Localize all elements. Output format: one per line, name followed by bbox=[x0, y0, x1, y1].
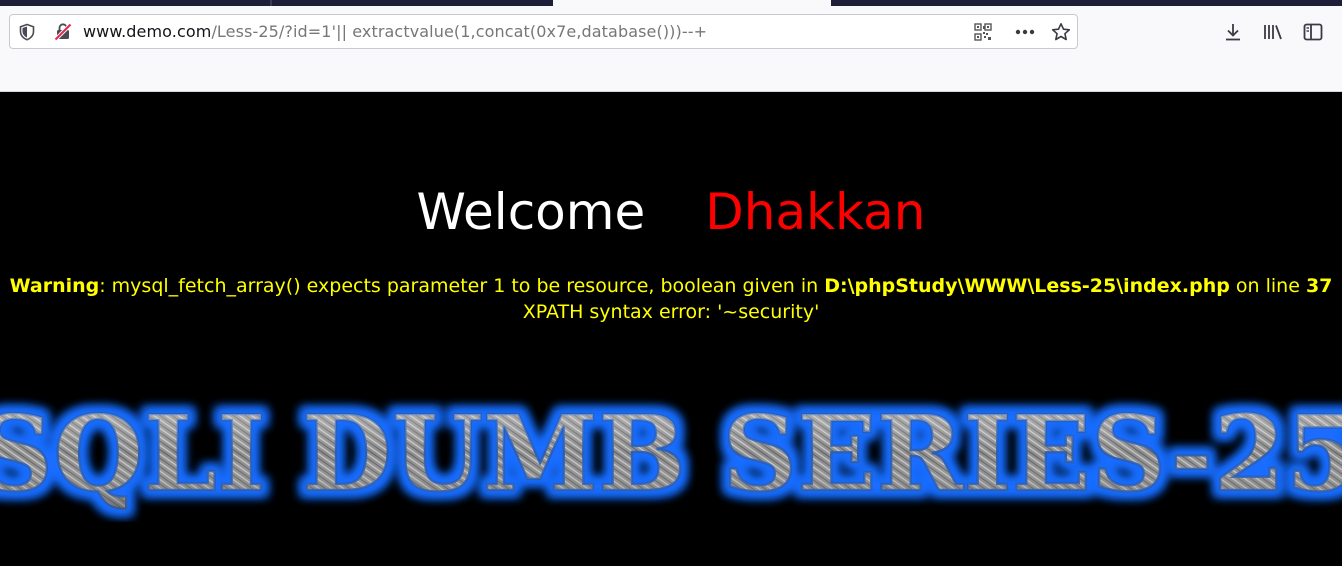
warning-label: Warning bbox=[9, 275, 100, 297]
banner-text-shine: SQLI DUMB SERIES-25 bbox=[0, 392, 1342, 515]
url-text[interactable]: www.demo.com/Less-25/?id=1'|| extractval… bbox=[83, 22, 707, 41]
download-icon[interactable] bbox=[1221, 20, 1245, 44]
user-name: Dhakkan bbox=[705, 183, 926, 241]
url-host: www.demo.com bbox=[83, 22, 212, 41]
shield-icon[interactable] bbox=[16, 21, 38, 43]
welcome-heading: Welcome Dhakkan bbox=[0, 182, 1342, 242]
star-icon[interactable] bbox=[1050, 21, 1072, 43]
qr-code-icon[interactable] bbox=[972, 21, 994, 43]
more-horizontal-icon[interactable] bbox=[1014, 21, 1036, 43]
insecure-lock-icon[interactable] bbox=[52, 21, 74, 43]
welcome-word: Welcome bbox=[416, 183, 646, 241]
sidebar-icon[interactable] bbox=[1301, 20, 1325, 44]
warning-line-text: on line bbox=[1229, 275, 1306, 297]
warning-line-number: 37 bbox=[1305, 275, 1333, 297]
series-banner-image: SQLI DUMB SERIES-25 SQLI DUMB SERIES-25 bbox=[0, 392, 1342, 516]
tab-separator bbox=[270, 0, 272, 6]
library-icon[interactable] bbox=[1261, 20, 1285, 44]
browser-toolbar: www.demo.com/Less-25/?id=1'|| extractval… bbox=[0, 0, 1342, 92]
active-tab[interactable] bbox=[553, 0, 831, 6]
xpath-error: XPATH syntax error: '~security' bbox=[522, 301, 820, 323]
address-bar[interactable]: www.demo.com/Less-25/?id=1'|| extractval… bbox=[9, 14, 1078, 49]
warning-message: : mysql_fetch_array() expects parameter … bbox=[99, 275, 825, 297]
url-path: /Less-25/?id=1'|| extractvalue(1,concat(… bbox=[211, 22, 708, 41]
tab-strip bbox=[0, 0, 1342, 6]
warning-file: D:\phpStudy\WWW\Less-25\index.php bbox=[824, 275, 1230, 297]
php-warning: Warning: mysql_fetch_array() expects par… bbox=[0, 273, 1342, 325]
page-content: Welcome Dhakkan Warning: mysql_fetch_arra… bbox=[0, 92, 1342, 566]
